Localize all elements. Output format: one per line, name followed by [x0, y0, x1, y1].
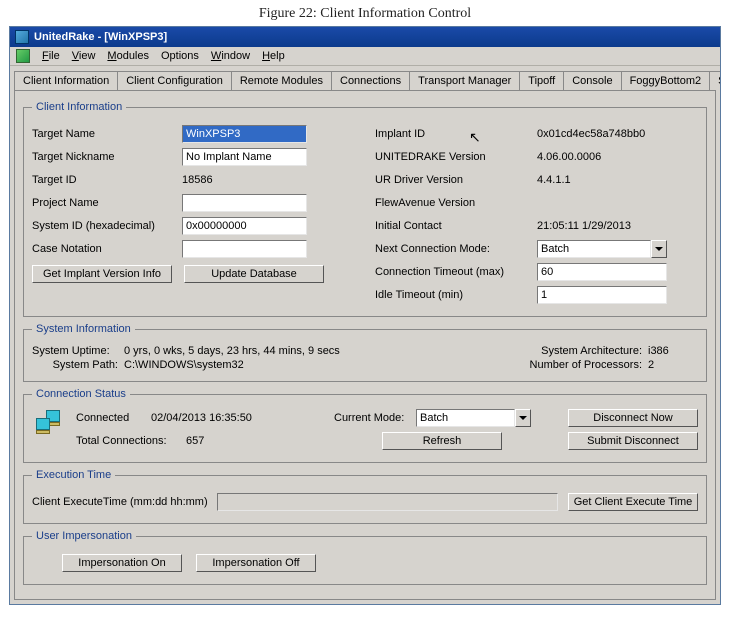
btn-get-client-execute-time[interactable]: Get Client Execute Time	[568, 493, 698, 511]
input-case-notation[interactable]	[182, 240, 307, 258]
group-connection-status: Connection Status Connected 02/04/2013 1…	[23, 388, 707, 463]
value-total-connections: 657	[186, 435, 204, 447]
app-icon	[15, 30, 29, 44]
tab-client-information[interactable]: Client Information	[14, 71, 118, 90]
label-connection-timeout: Connection Timeout (max)	[375, 266, 537, 278]
tab-salv[interactable]: Salv	[709, 71, 720, 90]
btn-impersonation-off[interactable]: Impersonation Off	[196, 554, 316, 572]
label-target-nickname: Target Nickname	[32, 151, 182, 163]
title-text: UnitedRake - [WinXPSP3]	[34, 31, 167, 43]
combo-next-connection-mode-value: Batch	[537, 240, 651, 258]
value-ur-driver-version: 4.4.1.1	[537, 174, 571, 186]
label-total-connections: Total Connections:	[76, 435, 186, 447]
value-num-processors: 2	[648, 359, 698, 371]
legend-execution-time: Execution Time	[32, 469, 115, 481]
btn-submit-disconnect[interactable]: Submit Disconnect	[568, 432, 698, 450]
value-system-architecture: i386	[648, 345, 698, 357]
value-connection-timestamp: 02/04/2013 16:35:50	[151, 412, 252, 424]
menu-view[interactable]: View	[72, 50, 96, 62]
menu-window[interactable]: Window	[211, 50, 250, 62]
label-ur-version: UNITEDRAKE Version	[375, 151, 537, 163]
label-case-notation: Case Notation	[32, 243, 182, 255]
tab-panel: Client Information ↖ Target Name WinXPSP…	[14, 90, 716, 600]
value-system-uptime: 0 yrs, 0 wks, 5 days, 23 hrs, 44 mins, 9…	[124, 345, 518, 357]
figure-caption: Figure 22: Client Information Control	[0, 0, 730, 26]
value-connection-status: Connected	[76, 412, 151, 424]
tab-transport-manager[interactable]: Transport Manager	[409, 71, 520, 90]
combo-next-connection-mode[interactable]: Batch	[537, 240, 667, 258]
label-idle-timeout: Idle Timeout (min)	[375, 289, 537, 301]
menu-bar: File View Modules Options Window Help	[10, 47, 720, 66]
menu-options[interactable]: Options	[161, 50, 199, 62]
tab-tipoff[interactable]: Tipoff	[519, 71, 564, 90]
group-execution-time: Execution Time Client ExecuteTime (mm:dd…	[23, 469, 707, 524]
value-initial-contact: 21:05:11 1/29/2013	[537, 220, 631, 232]
combo-current-mode[interactable]: Batch	[416, 409, 531, 427]
value-target-id: 18586	[182, 174, 213, 186]
label-target-id: Target ID	[32, 174, 182, 186]
label-client-execute-time: Client ExecuteTime (mm:dd hh:mm)	[32, 496, 217, 508]
combo-current-mode-value: Batch	[416, 409, 515, 427]
input-system-id[interactable]: 0x00000000	[182, 217, 307, 235]
label-system-uptime: System Uptime:	[32, 345, 124, 357]
label-ur-driver-version: UR Driver Version	[375, 174, 537, 186]
value-implant-id: 0x01cd4ec58a748bb0	[537, 128, 645, 140]
label-num-processors: Number of Processors:	[518, 359, 648, 371]
value-ur-version: 4.06.00.0006	[537, 151, 601, 163]
value-system-path: C:\WINDOWS\system32	[124, 359, 518, 371]
menu-help[interactable]: Help	[262, 50, 285, 62]
tab-remote-modules[interactable]: Remote Modules	[231, 71, 332, 90]
input-target-name[interactable]: WinXPSP3	[182, 125, 307, 143]
group-system-information: System Information System Uptime: 0 yrs,…	[23, 323, 707, 382]
btn-impersonation-on[interactable]: Impersonation On	[62, 554, 182, 572]
menu-modules[interactable]: Modules	[107, 50, 149, 62]
label-project-name: Project Name	[32, 197, 182, 209]
input-connection-timeout[interactable]: 60	[537, 263, 667, 281]
menu-icon	[16, 49, 30, 63]
network-computers-icon	[34, 408, 62, 434]
label-system-path: System Path:	[32, 359, 124, 371]
input-client-execute-time[interactable]	[217, 493, 558, 511]
btn-disconnect-now[interactable]: Disconnect Now	[568, 409, 698, 427]
label-initial-contact: Initial Contact	[375, 220, 537, 232]
label-implant-id: Implant ID	[375, 128, 537, 140]
title-bar[interactable]: UnitedRake - [WinXPSP3]	[10, 27, 720, 47]
input-target-nickname[interactable]: No Implant Name	[182, 148, 307, 166]
label-current-mode: Current Mode:	[334, 412, 416, 424]
chevron-down-icon[interactable]	[515, 409, 531, 427]
btn-refresh[interactable]: Refresh	[382, 432, 502, 450]
group-client-information: Client Information ↖ Target Name WinXPSP…	[23, 101, 707, 317]
chevron-down-icon[interactable]	[651, 240, 667, 258]
legend-client-information: Client Information	[32, 101, 126, 113]
input-project-name[interactable]	[182, 194, 307, 212]
label-flewavenue-version: FlewAvenue Version	[375, 197, 537, 209]
legend-connection-status: Connection Status	[32, 388, 130, 400]
btn-get-implant-version[interactable]: Get Implant Version Info	[32, 265, 172, 283]
tab-connections[interactable]: Connections	[331, 71, 410, 90]
tab-foggybottom2[interactable]: FoggyBottom2	[621, 71, 711, 90]
app-window: UnitedRake - [WinXPSP3] File View Module…	[9, 26, 721, 605]
label-system-id: System ID (hexadecimal)	[32, 220, 182, 232]
legend-user-impersonation: User Impersonation	[32, 530, 136, 542]
tab-strip: Client Information Client Configuration …	[10, 66, 720, 90]
input-idle-timeout[interactable]: 1	[537, 286, 667, 304]
group-user-impersonation: User Impersonation Impersonation On Impe…	[23, 530, 707, 585]
label-next-connection-mode: Next Connection Mode:	[375, 243, 537, 255]
btn-update-database[interactable]: Update Database	[184, 265, 324, 283]
label-target-name: Target Name	[32, 128, 182, 140]
tab-console[interactable]: Console	[563, 71, 621, 90]
label-system-architecture: System Architecture:	[518, 345, 648, 357]
menu-file[interactable]: File	[42, 50, 60, 62]
legend-system-information: System Information	[32, 323, 135, 335]
tab-client-configuration[interactable]: Client Configuration	[117, 71, 232, 90]
